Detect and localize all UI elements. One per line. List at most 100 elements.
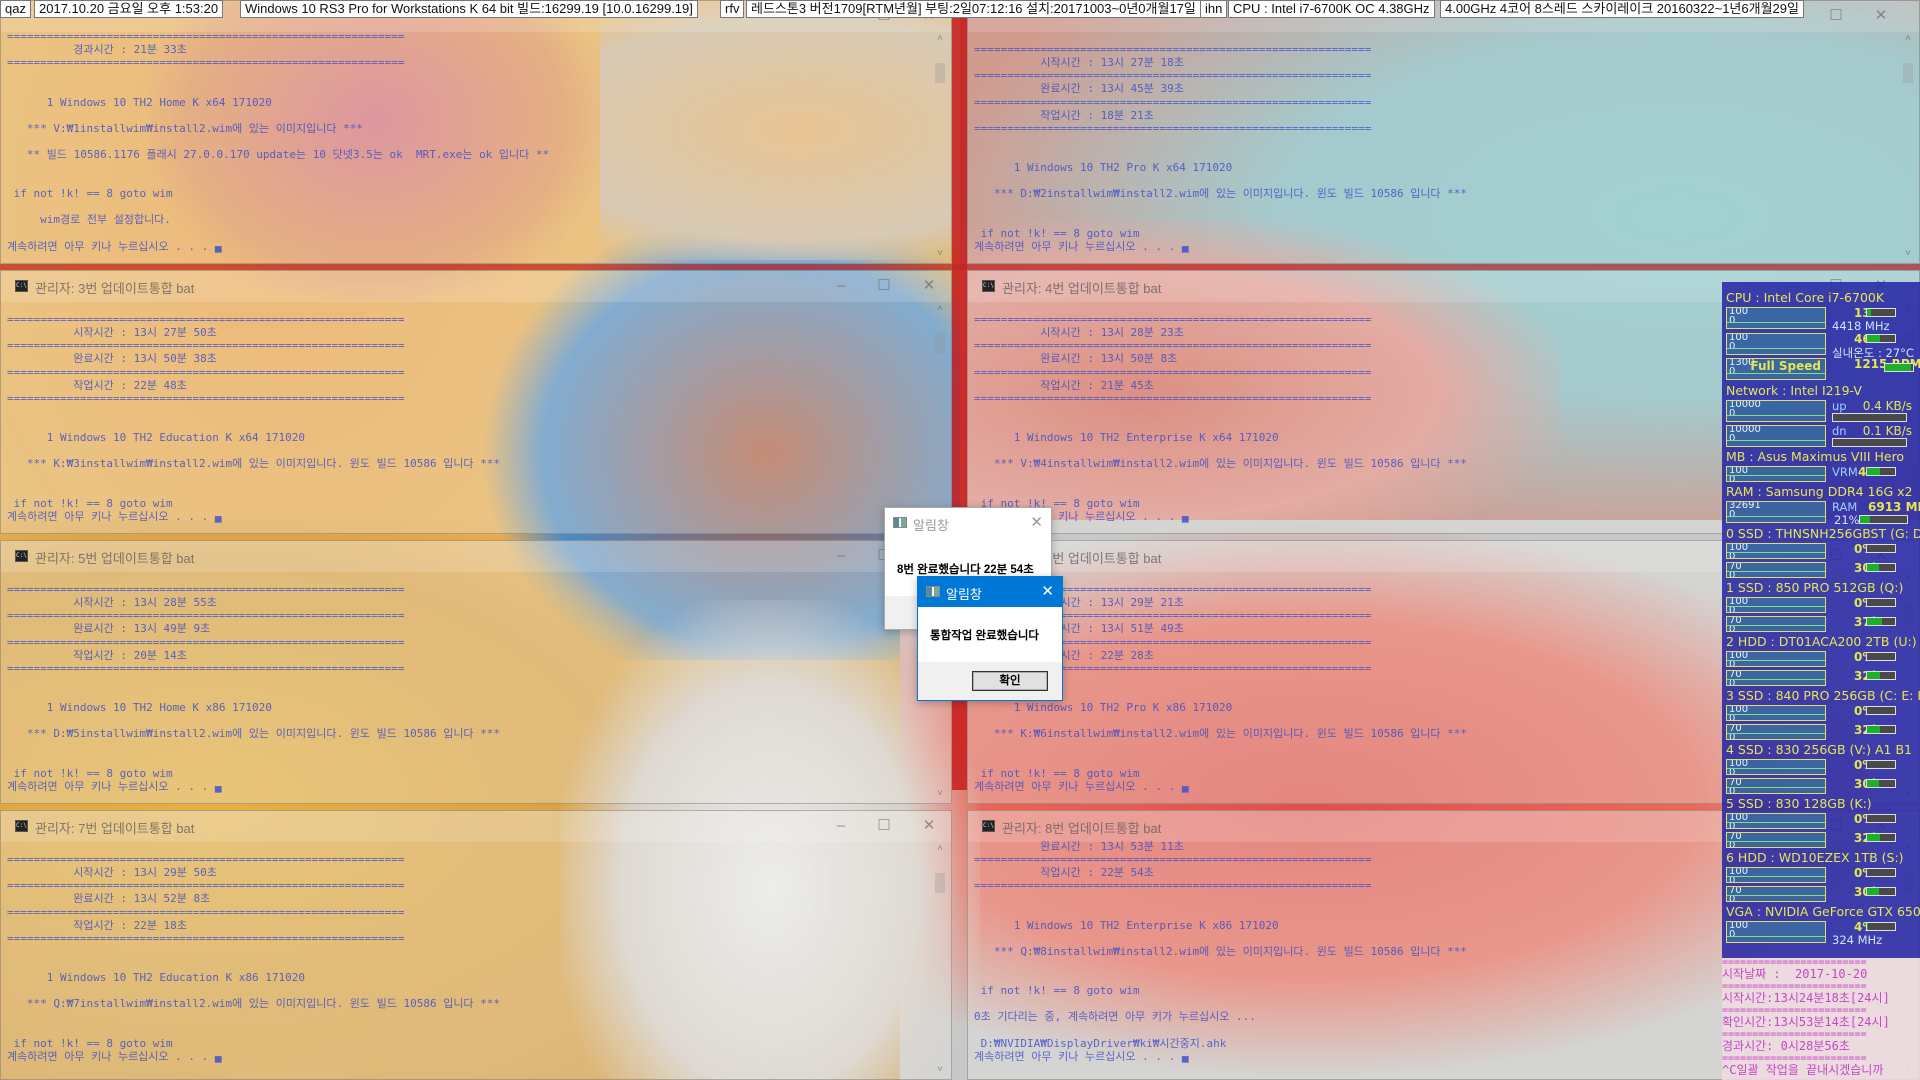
scroll-down-icon[interactable]: ˅ [933, 788, 947, 799]
monitor-section-title: 6 HDD : WD10EZEX 1TB (S:) [1726, 850, 1904, 866]
console-line: 작업시간 : 22분 18초 [7, 918, 187, 932]
console-line: 1 Windows 10 TH2 Pro K x64 171020 [974, 161, 1233, 175]
console-line: if not !k! == 8 goto wim [974, 226, 1140, 240]
console-line: 1 Windows 10 TH2 Home K x86 171020 [7, 701, 272, 715]
monitor-row: 100 0 0% [1722, 758, 1920, 777]
usage-bar [1866, 868, 1896, 878]
console-line: 경과시간 : 21분 33초 [7, 43, 187, 57]
scroll-up-icon[interactable]: ˄ [933, 33, 947, 44]
graph-min-label: 0 [1729, 340, 1736, 352]
console-line: 시작시간 : 13시 27분 18초 [974, 56, 1184, 70]
notification-dialog-2[interactable]: 알림창 ✕ 통합작업 완료했습니다 확인 [917, 576, 1063, 701]
graph-line [1727, 822, 1825, 824]
scroll-down-icon[interactable]: ˅ [933, 248, 947, 259]
usage-bar [1866, 598, 1896, 608]
close-icon[interactable]: ✕ [1041, 582, 1054, 600]
metric-value: 6913 MB [1868, 500, 1920, 515]
dialog-titlebar[interactable]: 알림창 ✕ [918, 577, 1062, 607]
usage-bar [1884, 363, 1914, 373]
console-window-3[interactable]: C:\ 관리자: 3번 업데이트통합 bat – ☐ ✕ ================… [0, 270, 952, 534]
console-window-1[interactable]: –☐✕=====================================… [0, 0, 952, 264]
scroll-up-icon[interactable]: ˄ [933, 843, 947, 854]
graph-line [1727, 606, 1825, 608]
ok-button[interactable]: 확인 [972, 671, 1048, 691]
history-graph: 100 0 [1726, 705, 1826, 722]
console-line: 작업시간 : 18분 21초 [974, 108, 1154, 122]
scrollbar[interactable]: ˄˅ [933, 843, 947, 1075]
console-window-2[interactable]: –☐✕=====================================… [967, 0, 1920, 264]
console-line: ========================================… [7, 853, 405, 867]
console-window-5[interactable]: C:\관리자: 5번 업데이트통합 bat–☐✕================… [0, 540, 952, 804]
scrollbar[interactable]: ˄˅ [933, 33, 947, 259]
console-line: if not !k! == 8 goto wim [7, 187, 173, 201]
console-line: 계속하려면 아무 키나 누르십시오 . . . ▄ [7, 779, 222, 793]
usage-bar [1866, 308, 1896, 317]
history-graph: 100 0 [1726, 759, 1826, 776]
monitor-row: 326910 RAM 6913 MB 21% [1722, 500, 1920, 527]
scroll-down-icon[interactable]: ˅ [933, 1064, 947, 1075]
scroll-up-icon[interactable]: ˄ [1901, 33, 1915, 44]
console-line: ========================================… [7, 931, 405, 945]
scrollbar-thumb[interactable] [935, 873, 945, 893]
graph-line [1727, 571, 1825, 573]
monitor-section-title: 5 SSD : 830 128GB (K:) [1726, 796, 1872, 812]
monitor-row: 100 0 0% [1722, 650, 1920, 669]
scroll-up-icon[interactable]: ˄ [933, 303, 947, 314]
dialog-titlebar[interactable]: 알림창 ✕ [885, 508, 1051, 538]
console-line: ** 빌드 10586.1176 플래시 27.0.0.170 update는 … [7, 147, 550, 161]
console-line: 작업시간 : 22분 48초 [7, 378, 187, 392]
graph-min-label: 0 [1729, 315, 1736, 326]
monitor-row: 70032°C [1722, 723, 1920, 742]
history-graph: 70 0 [1726, 832, 1826, 849]
console-line: ========================================… [7, 339, 405, 353]
scrollbar[interactable]: ˄˅ [1901, 33, 1915, 259]
hotkey-label-ihn: ihn [1200, 0, 1228, 18]
graph-line [1727, 322, 1825, 323]
console-window-7[interactable]: C:\ 관리자: 7번 업데이트통합 bat – ☐ ✕ ================… [0, 810, 952, 1080]
usage-bar [1859, 515, 1908, 525]
monitor-row: 70037°C [1722, 615, 1920, 634]
console-line: ========================================… [7, 879, 405, 893]
console-line: ========================================… [974, 69, 1372, 83]
monitor-section-title: 4 SSD : 830 256GB (V:) A1 B1 [1726, 742, 1912, 758]
graph-min-label: 0 [1729, 408, 1736, 420]
scrollbar-thumb[interactable] [935, 63, 945, 83]
console-line: ========================================… [7, 583, 405, 597]
graph-min-label: 0 [1729, 509, 1736, 521]
usage-bar [1866, 652, 1896, 662]
os-version-display: Windows 10 RS3 Pro for Workstations K 64… [240, 0, 698, 18]
console-line: ========================================… [7, 609, 405, 623]
close-icon[interactable]: ✕ [1030, 513, 1043, 531]
console-line: ========================================… [974, 95, 1372, 109]
console-line: *** Q:₩7installwim₩install2.wim에 있는 이미지입… [7, 997, 501, 1011]
console-line: ========================================… [7, 313, 405, 327]
monitor-section-title: 0 SSD : THNSNH256GBST (G: D:) [1726, 526, 1920, 542]
scroll-down-icon[interactable]: ˅ [1901, 248, 1915, 259]
usage-bar [1866, 706, 1896, 716]
usage-bar [1866, 814, 1896, 824]
usage-bar [1866, 725, 1896, 735]
scrollbar-thumb[interactable] [935, 333, 945, 353]
graph-line [1727, 415, 1825, 417]
monitor-row: 70030°C [1722, 885, 1920, 904]
separator: ======================== [1722, 1006, 1867, 1015]
console-line: 계속하려면 아무 키나 누르십시오 . . . ▄ [7, 509, 222, 523]
graph-line [1727, 787, 1825, 789]
graph-min-label: 0 [1729, 366, 1736, 378]
console-output: ========================================… [7, 287, 921, 523]
scrollbar-thumb[interactable] [1903, 63, 1913, 83]
graph-line [1727, 373, 1825, 375]
usage-bar [1832, 438, 1907, 448]
summary-line: 확인시간:13시53분14초[24시] [1722, 1015, 1890, 1029]
scrollbar[interactable]: ˄˅ [933, 303, 947, 529]
top-info-bar: qaz 2017.10.20 금요일 오후 1:53:20 Windows 10… [0, 0, 1920, 19]
